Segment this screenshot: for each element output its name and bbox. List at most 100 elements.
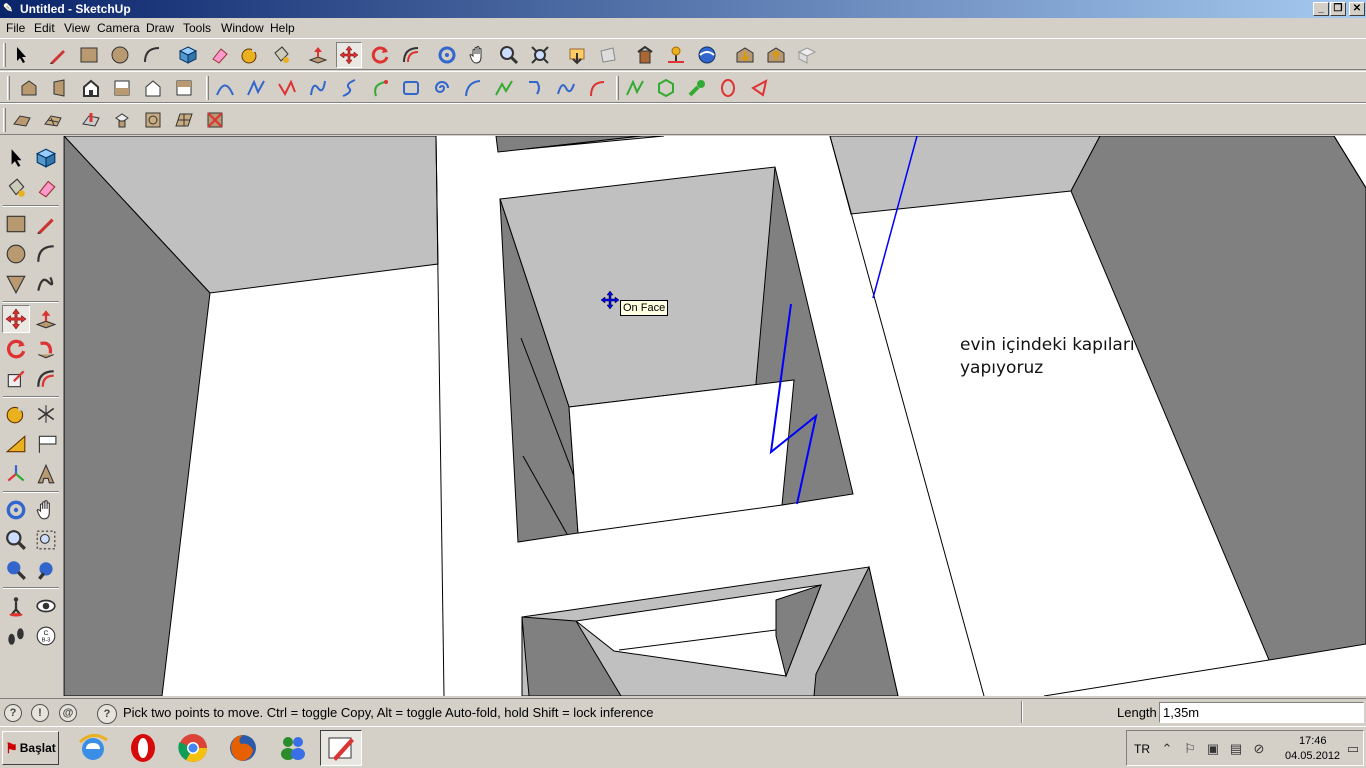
curve-arc-icon[interactable]	[460, 75, 486, 101]
rect-curve-icon[interactable]	[398, 75, 424, 101]
zoom-extents-icon[interactable]	[32, 556, 60, 584]
freehand-spline-icon[interactable]	[274, 75, 300, 101]
toolbar-grip[interactable]	[3, 43, 6, 67]
paint-bucket-icon[interactable]	[268, 42, 294, 68]
arc-tool-icon[interactable]	[32, 240, 60, 268]
bezier-icon[interactable]	[212, 75, 238, 101]
ellipse-icon[interactable]	[715, 75, 741, 101]
firefox-icon[interactable]	[222, 730, 264, 766]
stamp-icon[interactable]	[109, 107, 135, 133]
action-center-flag-icon[interactable]: ⚐	[1182, 741, 1198, 757]
rectangle-tool-icon[interactable]	[76, 42, 102, 68]
clock-date[interactable]: 04.05.2012	[1285, 750, 1340, 762]
position-camera-icon[interactable]	[2, 592, 30, 620]
arc-tool-icon[interactable]	[139, 42, 165, 68]
smoove-icon[interactable]	[78, 107, 104, 133]
hook-curve-icon[interactable]	[522, 75, 548, 101]
spiral-icon[interactable]	[429, 75, 455, 101]
push-pull-icon[interactable]	[32, 305, 60, 333]
zigzag-curve-icon[interactable]	[491, 75, 517, 101]
previous-view-icon[interactable]	[2, 556, 30, 584]
select-tool-icon[interactable]	[8, 42, 34, 68]
opera-icon[interactable]	[122, 730, 164, 766]
show-hidden-icons-icon[interactable]: ⌃	[1159, 741, 1175, 757]
sketchup-icon[interactable]	[320, 730, 362, 766]
model-viewport[interactable]: On Face evin içindeki kapıları yapıyoruz	[64, 136, 1366, 696]
zoom-extents-icon[interactable]	[527, 42, 553, 68]
sandbox-contours-icon[interactable]	[9, 107, 35, 133]
wave-curve-icon[interactable]	[553, 75, 579, 101]
rotate-tool-icon[interactable]	[2, 335, 30, 363]
menu-camera[interactable]: Camera	[97, 21, 140, 35]
flip-edge-icon[interactable]	[202, 107, 228, 133]
start-button[interactable]: ⚑ Başlat	[2, 731, 59, 765]
dimension-tool-icon[interactable]	[32, 400, 60, 428]
close-button[interactable]: ✕	[1349, 2, 1365, 16]
menu-draw[interactable]: Draw	[146, 21, 174, 35]
drape-icon[interactable]	[140, 107, 166, 133]
circle-tool-icon[interactable]	[107, 42, 133, 68]
sandbox-scratch-icon[interactable]	[40, 107, 66, 133]
make-component-icon[interactable]	[32, 144, 60, 172]
top-view-icon[interactable]	[171, 75, 197, 101]
menu-view[interactable]: View	[64, 21, 90, 35]
make-component-icon[interactable]	[175, 42, 201, 68]
question-icon[interactable]: ?	[97, 704, 117, 724]
network-icon[interactable]: ▤	[1228, 741, 1244, 757]
menu-edit[interactable]: Edit	[34, 21, 55, 35]
show-desktop-icon[interactable]: ▭	[1345, 741, 1361, 757]
zoom-window-icon[interactable]	[32, 526, 60, 554]
polyline-icon[interactable]	[243, 75, 269, 101]
follow-me-icon[interactable]	[32, 335, 60, 363]
chrome-icon[interactable]	[172, 730, 214, 766]
menu-tools[interactable]: Tools	[183, 21, 211, 35]
toolbar-grip[interactable]	[3, 108, 6, 132]
protractor-icon[interactable]	[2, 430, 30, 458]
menu-window[interactable]: Window	[221, 21, 264, 35]
share-component-icon[interactable]	[794, 42, 820, 68]
add-location-icon[interactable]	[663, 42, 689, 68]
measurements-input[interactable]: 1,35m	[1159, 702, 1364, 723]
paint-bucket-icon[interactable]	[2, 174, 30, 202]
walk-icon[interactable]	[2, 622, 30, 650]
cubic-bezier-icon[interactable]	[336, 75, 362, 101]
section-plane-icon[interactable]: C B-3	[32, 622, 60, 650]
move-tool-icon[interactable]	[2, 305, 30, 333]
orbit-tool-icon[interactable]	[2, 496, 30, 524]
google-earth-icon[interactable]	[694, 42, 720, 68]
triangle-curve-icon[interactable]	[746, 75, 772, 101]
arc-curve-icon[interactable]	[367, 75, 393, 101]
minimize-button[interactable]: _	[1313, 2, 1329, 16]
eraser-tool-icon[interactable]	[206, 42, 232, 68]
3d-text-icon[interactable]	[32, 460, 60, 488]
add-detail-icon[interactable]	[171, 107, 197, 133]
move-tool-icon[interactable]	[336, 42, 362, 68]
user-status-icon[interactable]: @	[59, 704, 77, 722]
text-tool-icon[interactable]	[32, 430, 60, 458]
get-models-icon[interactable]	[564, 42, 590, 68]
pencil-tool-icon[interactable]	[32, 210, 60, 238]
menu-help[interactable]: Help	[270, 21, 295, 35]
back-view-icon[interactable]	[109, 75, 135, 101]
zoom-tool-icon[interactable]	[496, 42, 522, 68]
polygon-tool-icon[interactable]	[2, 270, 30, 298]
wrench-icon[interactable]	[684, 75, 710, 101]
look-around-icon[interactable]	[32, 592, 60, 620]
warehouse-get-icon[interactable]	[732, 42, 758, 68]
left-view-icon[interactable]	[140, 75, 166, 101]
safely-remove-icon[interactable]: ▣	[1205, 741, 1221, 757]
geo-location-icon[interactable]: ?	[4, 704, 22, 722]
warehouse-share-icon[interactable]	[763, 42, 789, 68]
toolbar-grip[interactable]	[7, 76, 10, 100]
users-icon[interactable]	[272, 730, 314, 766]
front-view-icon[interactable]	[78, 75, 104, 101]
rectangle-tool-icon[interactable]	[2, 210, 30, 238]
red-arc-icon[interactable]	[584, 75, 610, 101]
zoom-tool-icon[interactable]	[2, 526, 30, 554]
offset-tool-icon[interactable]	[398, 42, 424, 68]
scale-tool-icon[interactable]	[2, 365, 30, 393]
select-tool-icon[interactable]	[2, 144, 30, 172]
polygon-icon[interactable]	[653, 75, 679, 101]
rotate-tool-icon[interactable]	[367, 42, 393, 68]
volume-muted-icon[interactable]: ⊘	[1251, 741, 1267, 757]
